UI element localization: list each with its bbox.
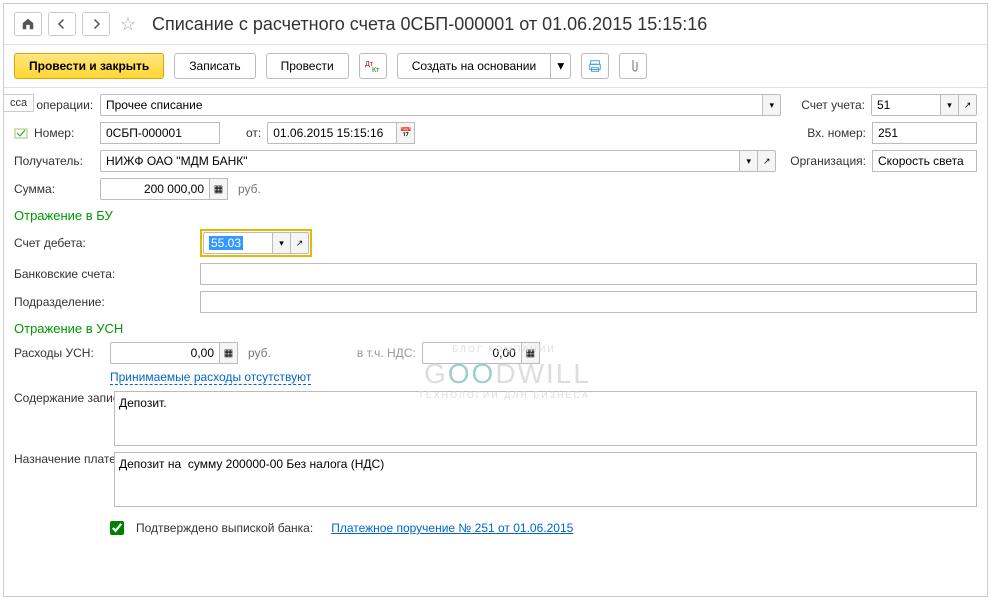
- bank-accounts-input[interactable]: [200, 263, 977, 285]
- debit-account-dropdown[interactable]: ▾: [273, 232, 291, 254]
- cca-tab[interactable]: сса: [3, 94, 34, 112]
- purpose-textarea[interactable]: Депозит на сумму 200000-00 Без налога (Н…: [114, 452, 977, 507]
- date-input[interactable]: [267, 122, 397, 144]
- posted-icon: [14, 126, 28, 140]
- vat-input[interactable]: [422, 342, 522, 364]
- save-button[interactable]: Записать: [174, 53, 255, 79]
- number-label: Номер:: [34, 126, 94, 140]
- post-close-button[interactable]: Провести и закрыть: [14, 53, 164, 79]
- debit-account-open[interactable]: ↗: [291, 232, 309, 254]
- recipient-open[interactable]: ↗: [758, 150, 776, 172]
- back-button[interactable]: [48, 12, 76, 36]
- section-usn-title: Отражение в УСН: [14, 321, 977, 336]
- organization-label: Организация:: [790, 154, 866, 168]
- usn-calc[interactable]: ▦: [220, 342, 238, 364]
- amount-calc[interactable]: ▦: [210, 178, 228, 200]
- in-number-label: Вх. номер:: [807, 126, 866, 140]
- attach-button[interactable]: [619, 53, 647, 79]
- bank-accounts-label: Банковские счета:: [14, 267, 194, 281]
- recipient-dropdown[interactable]: ▾: [740, 150, 758, 172]
- expenses-note-link[interactable]: Принимаемые расходы отсутствуют: [110, 370, 311, 385]
- usn-expenses-input[interactable]: [110, 342, 220, 364]
- number-input[interactable]: [100, 122, 220, 144]
- post-button[interactable]: Провести: [266, 53, 349, 79]
- debit-account-input[interactable]: 55.03: [203, 232, 273, 254]
- organization-input[interactable]: [872, 150, 977, 172]
- confirmed-checkbox[interactable]: [110, 521, 124, 535]
- vat-calc[interactable]: ▦: [522, 342, 540, 364]
- debit-account-label: Счет дебета:: [14, 236, 194, 250]
- op-type-dropdown[interactable]: ▾: [763, 94, 781, 116]
- section-bu-title: Отражение в БУ: [14, 208, 977, 223]
- kudir-label: Содержание записи КУДиР:: [14, 391, 104, 405]
- account-label: Счет учета:: [801, 98, 865, 112]
- debit-account-field: 55.03 ▾ ↗: [200, 229, 312, 257]
- svg-text:Кт: Кт: [372, 67, 380, 73]
- op-type-input[interactable]: [100, 94, 763, 116]
- recipient-label: Получатель:: [14, 154, 94, 168]
- confirmed-label: Подтверждено выпиской банка:: [136, 521, 313, 535]
- subdivision-label: Подразделение:: [14, 295, 194, 309]
- rub-label: руб.: [238, 182, 261, 196]
- in-number-input[interactable]: [872, 122, 977, 144]
- recipient-input[interactable]: [100, 150, 740, 172]
- create-based-button[interactable]: Создать на основании: [397, 53, 552, 79]
- amount-label: Сумма:: [14, 182, 94, 196]
- kudir-textarea[interactable]: Депозит.: [114, 391, 977, 446]
- page-title: Списание с расчетного счета 0СБП-000001 …: [152, 14, 707, 35]
- create-based-caret[interactable]: ▾: [551, 53, 571, 79]
- subdivision-input[interactable]: [200, 291, 977, 313]
- home-button[interactable]: [14, 12, 42, 36]
- account-open[interactable]: ↗: [959, 94, 977, 116]
- incl-vat-label: в т.ч. НДС:: [357, 346, 416, 360]
- forward-button[interactable]: [82, 12, 110, 36]
- dt-kt-button[interactable]: ДтКт: [359, 53, 387, 79]
- create-based-split: Создать на основании ▾: [397, 53, 572, 79]
- account-input[interactable]: [871, 94, 941, 116]
- amount-input[interactable]: [100, 178, 210, 200]
- navbar: ☆ Списание с расчетного счета 0СБП-00000…: [4, 4, 987, 45]
- payment-order-link[interactable]: Платежное поручение № 251 от 01.06.2015: [331, 521, 573, 535]
- print-button[interactable]: [581, 53, 609, 79]
- purpose-label: Назначение платежа:: [14, 452, 104, 466]
- date-calendar[interactable]: 📅: [397, 122, 415, 144]
- toolbar: Провести и закрыть Записать Провести ДтК…: [4, 45, 987, 88]
- star-icon[interactable]: ☆: [116, 12, 140, 36]
- from-label: от:: [246, 126, 261, 140]
- usn-expenses-label: Расходы УСН:: [14, 346, 104, 360]
- account-dropdown[interactable]: ▾: [941, 94, 959, 116]
- usn-rub-label: руб.: [248, 346, 271, 360]
